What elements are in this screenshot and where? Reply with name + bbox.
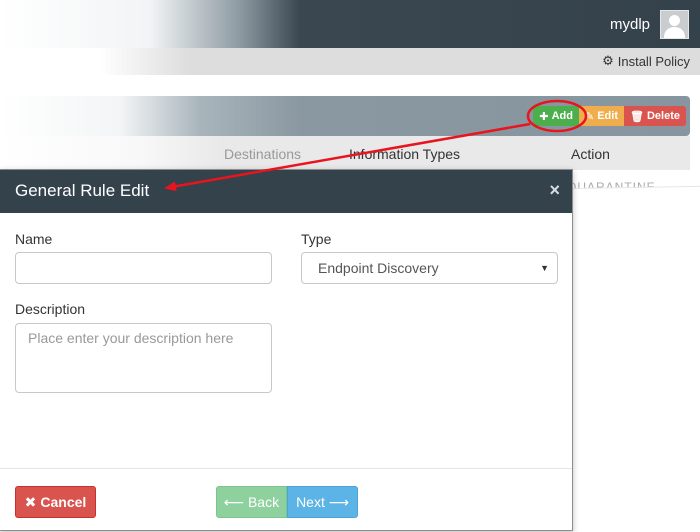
times-icon: ✖ [24, 493, 37, 510]
column-information-types[interactable]: Information Types [349, 146, 460, 162]
gear-icon: ⚙ [602, 53, 614, 68]
rules-table-header: Destinations Information Types Action [0, 136, 690, 170]
delete-rule-button[interactable]: 🗑 Delete [624, 106, 686, 126]
description-textarea[interactable] [15, 323, 272, 393]
user-avatar-icon[interactable] [660, 10, 689, 39]
type-label: Type [301, 231, 332, 247]
name-input[interactable] [15, 252, 272, 284]
back-label: Back [247, 494, 280, 510]
arrow-left-icon: ⟵ [223, 493, 244, 510]
torn-edge-divider [559, 185, 700, 204]
modal-footer: ✖ Cancel ⟵ Back Next ⟶ [0, 468, 572, 532]
install-policy-label: Install Policy [617, 53, 690, 69]
modal-header: General Rule Edit × [0, 170, 572, 213]
general-rule-edit-modal: General Rule Edit × Name Type Endpoint D… [0, 169, 573, 531]
edit-label: Edit [597, 110, 618, 122]
description-label: Description [15, 301, 86, 317]
rule-action-buttons: ✚ Add ✎ Edit 🗑 Delete [533, 106, 686, 126]
cancel-button[interactable]: ✖ Cancel [15, 486, 96, 518]
modal-title: General Rule Edit [15, 181, 150, 200]
add-rule-button[interactable]: ✚ Add [533, 106, 579, 126]
pencil-icon: ✎ [585, 110, 595, 123]
type-select[interactable]: Endpoint Discovery ▼ [301, 252, 558, 284]
column-destinations[interactable]: Destinations [224, 146, 301, 162]
caret-down-icon: ▼ [540, 263, 549, 273]
column-action[interactable]: Action [571, 146, 610, 162]
top-navbar: mydlp [0, 0, 700, 48]
add-label: Add [551, 110, 573, 122]
next-label: Next [296, 494, 325, 510]
type-selected-value: Endpoint Discovery [318, 260, 439, 276]
close-icon[interactable]: × [549, 180, 560, 201]
install-policy-button[interactable]: ⚙ Install Policy [602, 53, 690, 69]
name-label: Name [15, 231, 53, 247]
cancel-label: Cancel [40, 494, 87, 510]
delete-label: Delete [646, 110, 680, 122]
username-label[interactable]: mydlp [610, 16, 650, 33]
policy-bar: ⚙ Install Policy [0, 48, 700, 75]
edit-rule-button[interactable]: ✎ Edit [579, 106, 624, 126]
plus-icon: ✚ [539, 110, 549, 123]
arrow-right-icon: ⟶ [328, 493, 349, 510]
trash-icon: 🗑 [630, 110, 644, 123]
back-button[interactable]: ⟵ Back [216, 486, 287, 518]
next-button[interactable]: Next ⟶ [287, 486, 358, 518]
